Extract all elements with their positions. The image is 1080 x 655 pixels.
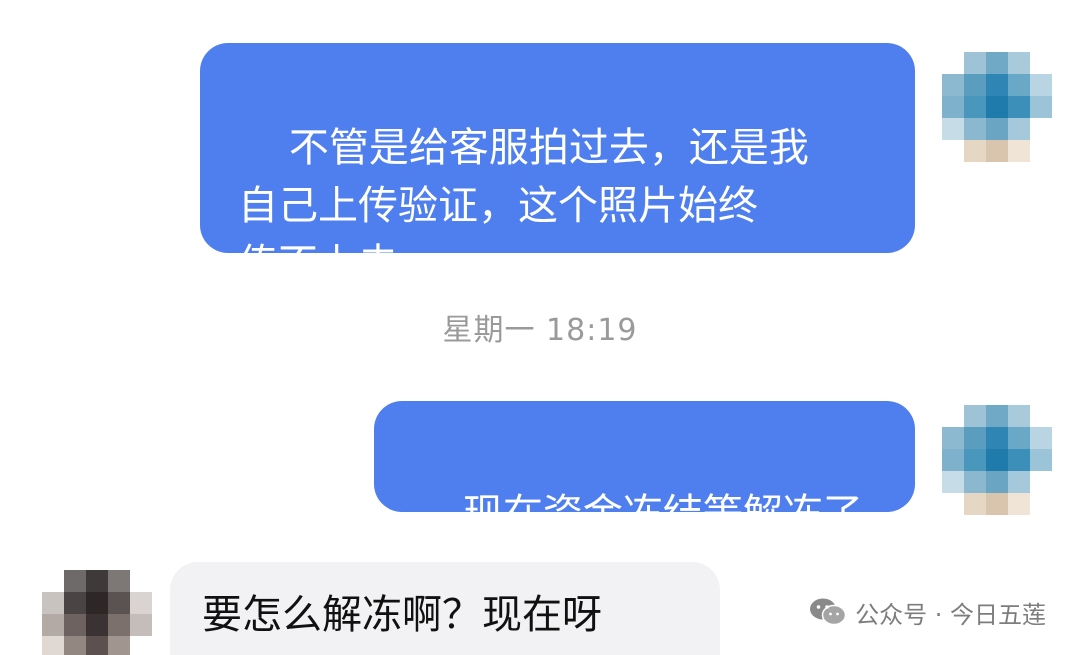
avatar-pixel [986, 449, 1008, 471]
avatar-pixel [1030, 140, 1052, 162]
avatar-pixel [964, 52, 986, 74]
avatar-pixel [942, 471, 964, 493]
avatar-pixel [1008, 96, 1030, 118]
message-text: 现在资金冻结等解冻了 [462, 491, 863, 537]
avatar-pixel [130, 614, 152, 636]
avatar-pixel [964, 493, 986, 515]
avatar-pixel [986, 52, 1008, 74]
avatar-pixel [1008, 74, 1030, 96]
avatar-pixel [64, 570, 86, 592]
incoming-message-bubble[interactable]: 要怎么解冻啊？现在呀 [170, 562, 720, 655]
avatar-pixel [942, 74, 964, 96]
avatar-pixel [64, 614, 86, 636]
avatar-pixel [1030, 471, 1052, 493]
avatar-pixel [986, 493, 1008, 515]
avatar-pixel [986, 427, 1008, 449]
avatar-pixel [42, 614, 64, 636]
avatar-pixel [964, 471, 986, 493]
avatar-pixel [1008, 471, 1030, 493]
avatar-pixel [86, 636, 108, 655]
outgoing-message-bubble[interactable]: 现在资金冻结等解冻了 [374, 401, 915, 537]
avatar-pixel [86, 592, 108, 614]
avatar-pixel [942, 493, 964, 515]
avatar-pixel [1030, 74, 1052, 96]
avatar-pixel [964, 140, 986, 162]
message-text: 不管是给客服拍过去，还是我 自己上传验证，这个照片始终 传不上去 [238, 125, 809, 287]
avatar-pixel [1008, 493, 1030, 515]
avatar-pixel [64, 592, 86, 614]
self-avatar[interactable] [942, 405, 1052, 515]
avatar-pixel [108, 592, 130, 614]
avatar-pixel [964, 427, 986, 449]
avatar-pixel [942, 96, 964, 118]
avatar-pixel [130, 592, 152, 614]
avatar-pixel [1030, 118, 1052, 140]
message-timestamp: 星期一 18:19 [442, 313, 638, 348]
avatar-pixel [86, 614, 108, 636]
watermark: 公众号 · 今日五莲 [809, 592, 1046, 632]
avatar-pixel [964, 74, 986, 96]
message-text: 要怎么解冻啊？现在呀 [202, 592, 602, 638]
avatar-pixel [964, 405, 986, 427]
avatar-pixel [942, 449, 964, 471]
avatar-pixel [42, 592, 64, 614]
avatar-pixel [1030, 405, 1052, 427]
avatar-pixel [1008, 405, 1030, 427]
avatar-pixel [942, 405, 964, 427]
avatar-pixel [1030, 427, 1052, 449]
avatar-pixel [986, 405, 1008, 427]
outgoing-message-bubble[interactable]: 不管是给客服拍过去，还是我 自己上传验证，这个照片始终 传不上去 [200, 43, 915, 287]
avatar-pixel [964, 96, 986, 118]
avatar-pixel [108, 570, 130, 592]
avatar-pixel [130, 636, 152, 655]
watermark-text: 公众号 · 今日五莲 [855, 600, 1046, 629]
avatar-pixel [1030, 52, 1052, 74]
avatar-pixel [1008, 118, 1030, 140]
avatar-pixel [986, 118, 1008, 140]
avatar-pixel [130, 570, 152, 592]
avatar-pixel [64, 636, 86, 655]
avatar-pixel [1030, 493, 1052, 515]
avatar-pixel [964, 118, 986, 140]
avatar-pixel [42, 570, 64, 592]
avatar-pixel [1008, 449, 1030, 471]
avatar-pixel [942, 52, 964, 74]
avatar-pixel [986, 96, 1008, 118]
avatar-pixel [1030, 449, 1052, 471]
wechat-icon [810, 598, 847, 626]
avatar-pixel [1008, 52, 1030, 74]
self-avatar[interactable] [942, 52, 1052, 162]
avatar-pixel [986, 471, 1008, 493]
avatar-pixel [1008, 140, 1030, 162]
avatar-pixel [86, 570, 108, 592]
avatar-pixel [964, 449, 986, 471]
avatar-pixel [108, 636, 130, 655]
avatar-pixel [942, 427, 964, 449]
avatar-pixel [986, 74, 1008, 96]
avatar-pixel [942, 140, 964, 162]
avatar-pixel [108, 614, 130, 636]
chat-window: 不管是给客服拍过去，还是我 自己上传验证，这个照片始终 传不上去 星期一 18:… [0, 0, 1080, 655]
avatar-pixel [1008, 427, 1030, 449]
contact-avatar[interactable] [42, 570, 152, 655]
avatar-pixel [42, 636, 64, 655]
avatar-pixel [986, 140, 1008, 162]
avatar-pixel [942, 118, 964, 140]
avatar-pixel [1030, 96, 1052, 118]
